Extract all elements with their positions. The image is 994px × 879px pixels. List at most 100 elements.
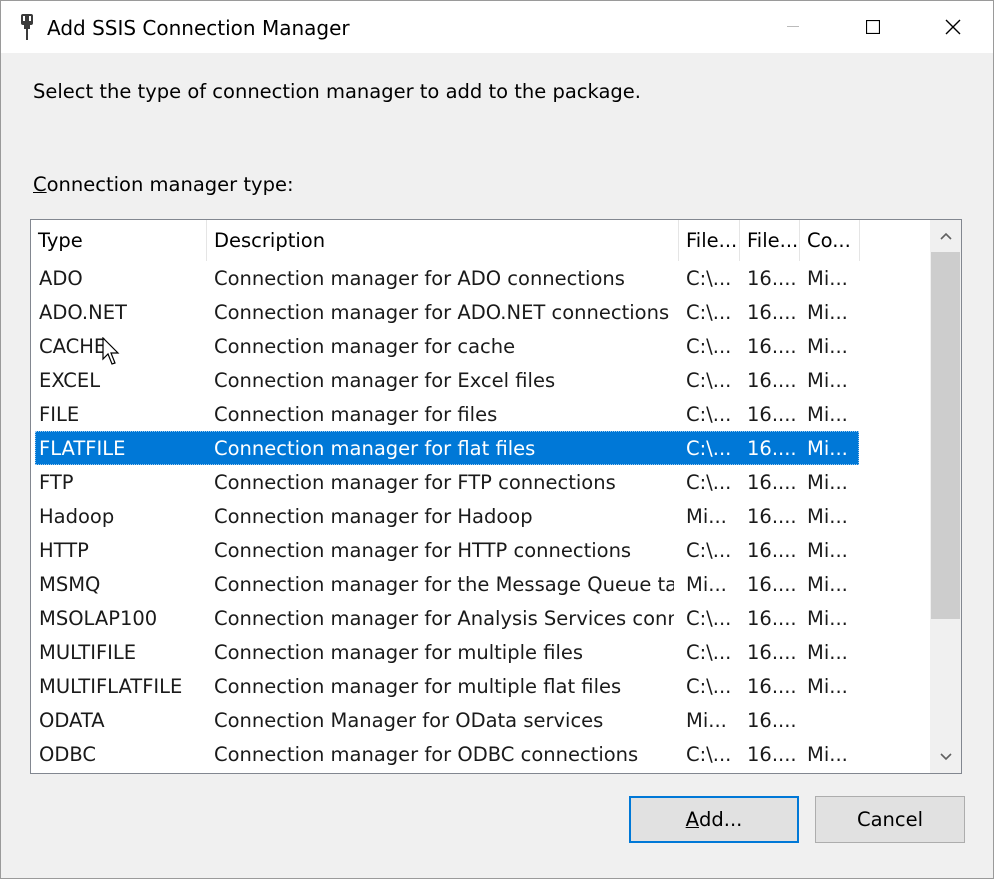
- cell-description: Connection manager for multiple files: [214, 641, 584, 664]
- cell-description: Connection manager for ADO.NET connectio…: [214, 301, 670, 324]
- cell-type: FILE: [39, 403, 80, 426]
- cell-file-name: C:\...: [686, 437, 732, 460]
- cell-type: MULTIFLATFILE: [39, 675, 183, 698]
- list-item[interactable]: MULTIFLATFILE Connection manager for mult…: [35, 669, 859, 703]
- title-bar[interactable]: Add SSIS Connection Manager: [1, 1, 993, 53]
- column-header-type[interactable]: Type: [31, 220, 206, 261]
- cell-company: Mi...: [807, 437, 848, 460]
- list-item[interactable]: HTTP Connection manager for HTTP connecti…: [35, 533, 859, 567]
- scroll-down-button[interactable]: [930, 741, 961, 773]
- cell-description: Connection manager for FTP connections: [214, 471, 616, 494]
- cell-company: Mi...: [807, 267, 848, 290]
- cell-file-name: C:\...: [686, 267, 732, 290]
- cell-company: Mi...: [807, 301, 848, 324]
- list-item[interactable]: ODBC Connection manager for ODBC connecti…: [35, 737, 859, 771]
- list-label: Connection manager type:: [33, 173, 294, 196]
- cell-file-name: C:\...: [686, 607, 732, 630]
- cell-file-name: C:\...: [686, 675, 732, 698]
- chevron-down-icon: [939, 753, 952, 761]
- cell-file-version: 16....: [747, 267, 797, 290]
- cell-description: Connection manager for cache: [214, 335, 516, 358]
- cell-type: Hadoop: [39, 505, 115, 528]
- scroll-up-button[interactable]: [930, 220, 961, 252]
- cell-company: Mi...: [807, 539, 848, 562]
- cell-file-version: 16....: [747, 709, 797, 732]
- chevron-up-icon: [939, 232, 952, 240]
- cell-file-name: Mi...: [686, 573, 727, 596]
- cell-type: MSMQ: [39, 573, 101, 596]
- list-item[interactable]: EXCEL Connection manager for Excel files C…: [35, 363, 859, 397]
- add-button[interactable]: Add...: [629, 796, 799, 843]
- list-label-accel: C: [33, 173, 47, 196]
- list-item[interactable]: ADO Connection manager for ADO connection…: [35, 261, 859, 295]
- cell-type: ADO: [39, 267, 83, 290]
- window-title: Add SSIS Connection Manager: [47, 16, 350, 40]
- cell-type: MULTIFILE: [39, 641, 137, 664]
- cell-description: Connection manager for flat files: [214, 437, 536, 460]
- cell-description: Connection Manager for OData services: [214, 709, 604, 732]
- cell-type: ODBC: [39, 743, 97, 766]
- maximize-button[interactable]: [833, 1, 913, 53]
- cell-company: Mi...: [807, 335, 848, 358]
- column-header-file-name[interactable]: File...: [679, 220, 739, 261]
- cell-description: Connection manager for Hadoop: [214, 505, 533, 528]
- list-item[interactable]: MSOLAP100 Connection manager for Analysis…: [35, 601, 859, 635]
- cell-file-version: 16....: [747, 641, 797, 664]
- cell-company: Mi...: [807, 471, 848, 494]
- cell-file-version: 16....: [747, 301, 797, 324]
- column-header-description[interactable]: Description: [207, 220, 678, 261]
- cell-company: Mi...: [807, 607, 848, 630]
- list-item[interactable]: MULTIFILE Connection manager for multiple…: [35, 635, 859, 669]
- cell-file-version: 16....: [747, 403, 797, 426]
- list-item[interactable]: ODATA Connection Manager for OData servic…: [35, 703, 859, 737]
- dialog-content: Select the type of connection manager to…: [1, 53, 993, 878]
- cell-description: Connection manager for the Message Queue…: [214, 573, 674, 596]
- cell-description: Connection manager for ADO connections: [214, 267, 625, 290]
- cell-type: EXCEL: [39, 369, 101, 392]
- cell-file-name: C:\...: [686, 641, 732, 664]
- maximize-icon: [866, 20, 880, 34]
- cell-file-version: 16....: [747, 539, 797, 562]
- cell-type: FTP: [39, 471, 74, 494]
- cell-file-version: 16....: [747, 607, 797, 630]
- cell-type: FLATFILE: [39, 437, 126, 460]
- list-item[interactable]: FILE Connection manager for files C:\... 16…: [35, 397, 859, 431]
- cell-file-version: 16....: [747, 437, 797, 460]
- list-item[interactable]: FTP Connection manager for FTP connection…: [35, 465, 859, 499]
- list-label-text: onnection manager type:: [46, 173, 294, 196]
- cell-company: Mi...: [807, 641, 848, 664]
- cell-file-version: 16....: [747, 505, 797, 528]
- connection-type-list[interactable]: Type Description File... File... Co... A…: [30, 219, 962, 774]
- cell-description: Connection manager for ODBC connections: [214, 743, 639, 766]
- cell-file-name: Mi...: [686, 709, 727, 732]
- close-button[interactable]: [913, 1, 993, 53]
- vertical-scrollbar[interactable]: [930, 220, 961, 773]
- cell-file-name: C:\...: [686, 301, 732, 324]
- list-item[interactable]: ADO.NET Connection manager for ADO.NET co…: [35, 295, 859, 329]
- column-divider[interactable]: [859, 220, 860, 261]
- column-header-company[interactable]: Co...: [800, 220, 859, 261]
- cell-file-version: 16....: [747, 369, 797, 392]
- add-button-label: dd...: [698, 808, 743, 831]
- list-item-selected[interactable]: FLATFILE Connection manager for flat file…: [35, 431, 859, 465]
- dialog-window: Add SSIS Connection Manager Select the t…: [0, 0, 994, 879]
- cell-file-name: C:\...: [686, 743, 732, 766]
- cell-company: Mi...: [807, 505, 848, 528]
- add-button-accel: A: [685, 808, 699, 831]
- column-header-file-version[interactable]: File...: [740, 220, 799, 261]
- cell-file-name: C:\...: [686, 403, 732, 426]
- cell-company: Mi...: [807, 675, 848, 698]
- close-icon: [945, 19, 961, 35]
- cell-file-version: 16....: [747, 573, 797, 596]
- minimize-button[interactable]: [753, 1, 833, 53]
- list-item[interactable]: CACHE Connection manager for cache C:\... 1…: [35, 329, 859, 363]
- list-item[interactable]: Hadoop Connection manager for Hadoop Mi...…: [35, 499, 859, 533]
- scroll-thumb[interactable]: [931, 252, 960, 619]
- cell-description: Connection manager for multiple flat fil…: [214, 675, 622, 698]
- list-item[interactable]: MSMQ Connection manager for the Message Q…: [35, 567, 859, 601]
- cell-description: Connection manager for HTTP connections: [214, 539, 632, 562]
- cancel-button[interactable]: Cancel: [815, 796, 965, 843]
- cell-file-name: Mi...: [686, 505, 727, 528]
- minimize-icon: [787, 26, 799, 27]
- cell-description: Connection manager for files: [214, 403, 498, 426]
